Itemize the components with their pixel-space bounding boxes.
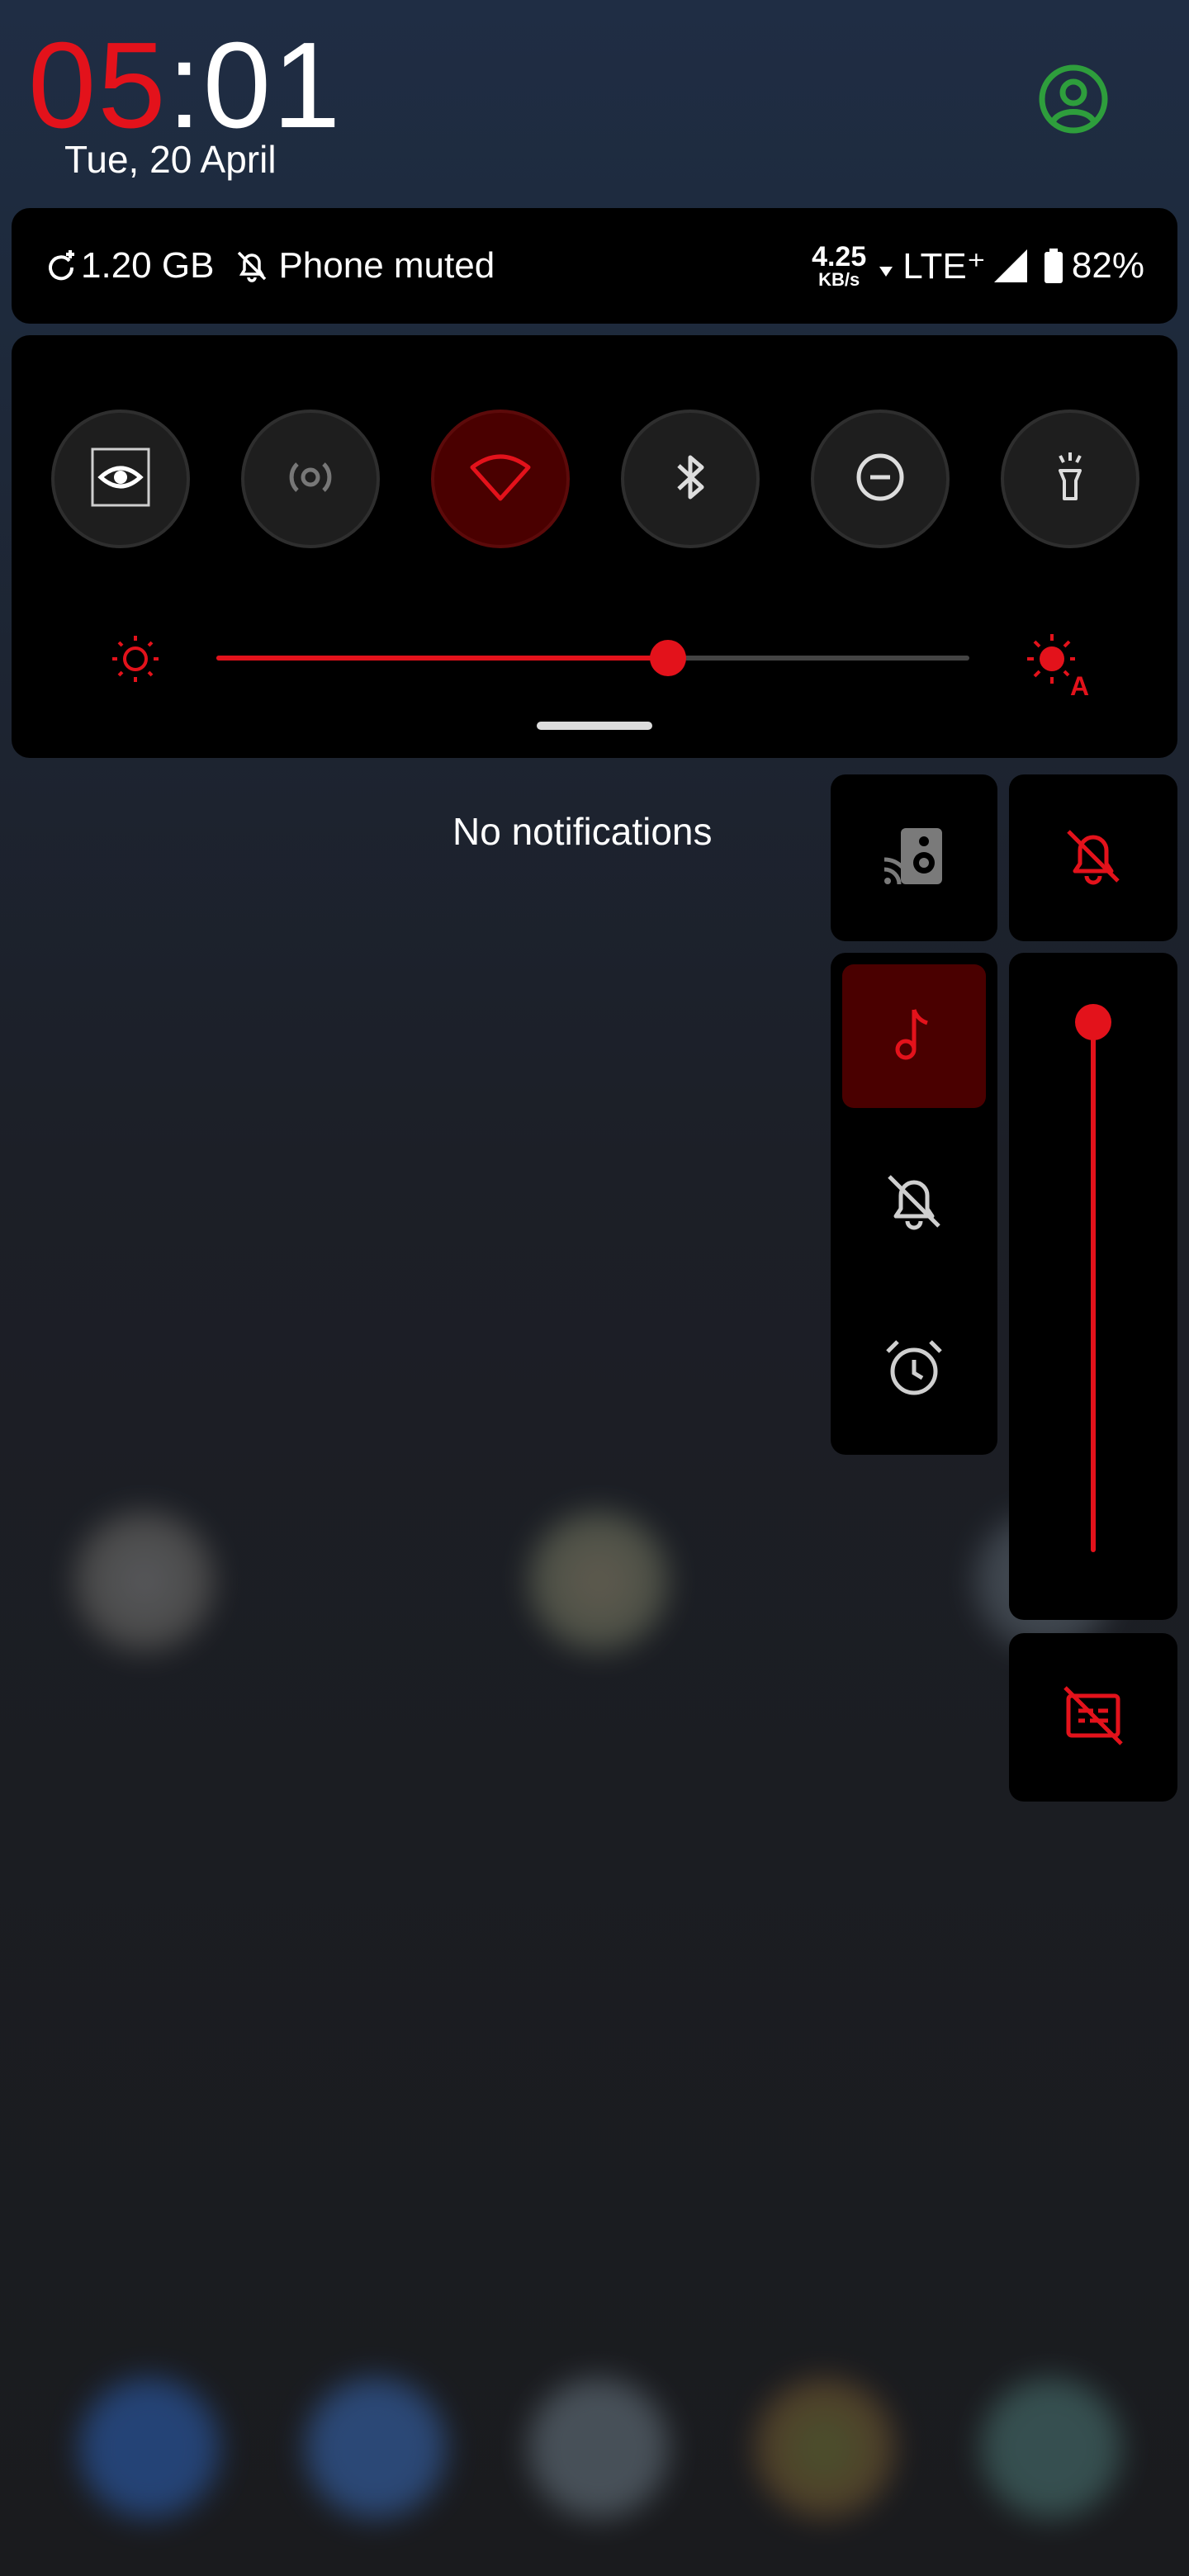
network-speed: 4.25 KB/s [812,243,866,289]
volume-slider-thumb[interactable] [1075,1004,1111,1040]
ringer-mode-selector [831,953,997,1455]
network-speed-unit: KB/s [818,269,860,290]
ringer-mode-alarm[interactable] [842,1298,986,1442]
bell-off-icon [234,248,270,284]
auto-brightness-icon[interactable]: A [1021,624,1095,703]
lockscreen-date: Tue, 20 April [64,138,277,181]
svg-text:A: A [1070,671,1089,698]
network-speed-value: 4.25 [812,241,867,272]
quick-settings-panel: A [12,335,1177,758]
eye-scan-icon [88,444,154,514]
bluetooth-icon [657,444,723,514]
ringer-mode-sound[interactable] [842,964,986,1108]
data-usage-icon [45,249,78,282]
wallpaper-app-icon [528,1511,669,1651]
data-activity-icon [878,265,894,278]
data-usage-group: 1.20 GB [45,245,214,286]
ringer-status-group: Phone muted [234,245,495,286]
tile-do-not-disturb[interactable] [811,410,950,548]
brightness-slider-fill [216,656,669,661]
lockscreen-clock: 05:01 [28,25,342,147]
tile-bluetooth[interactable] [621,410,760,548]
minus-circle-icon [847,444,913,514]
status-bar[interactable]: 1.20 GB Phone muted 4.25 KB/s LTE⁺ 82% [12,208,1177,324]
captions-off-icon [1060,1683,1126,1753]
volume-slider[interactable] [1009,953,1177,1620]
captions-toggle-button[interactable] [1009,1633,1177,1802]
battery-icon [1044,248,1063,284]
panel-drag-handle[interactable] [537,722,652,730]
flashlight-icon [1037,444,1103,514]
data-usage-value: 1.20 GB [81,245,215,286]
tile-hotspot[interactable] [241,410,380,548]
clock-minutes: :01 [167,17,343,154]
hotspot-icon [277,444,343,514]
brightness-slider[interactable] [216,640,969,676]
ringer-toggle-button[interactable] [1009,774,1177,941]
wifi-icon [467,444,533,514]
tile-screen-recognition[interactable] [51,410,190,548]
music-note-icon [881,1002,947,1072]
account-circle-icon[interactable] [1037,63,1110,135]
no-notifications-text: No notifications [452,810,713,853]
brightness-low-icon [109,632,162,689]
bell-off-icon [881,1168,947,1238]
tile-wifi[interactable] [431,410,570,548]
bell-off-icon [1060,823,1126,893]
dock-app-icon [755,2378,895,2518]
cast-speaker-button[interactable] [831,774,997,941]
cell-signal-icon [992,248,1029,284]
dock-app-icon [528,2378,669,2518]
network-type: LTE⁺ [902,245,986,286]
dock-app-icon [79,2378,220,2518]
system-indicators: 4.25 KB/s LTE⁺ 82% [812,243,1144,289]
brightness-slider-thumb[interactable] [650,640,687,676]
clock-hours: 05 [28,17,168,154]
volume-slider-track [1091,1022,1096,1552]
dock-app-icon [306,2378,446,2518]
cast-speaker-icon [881,823,947,893]
dock-app-icon [981,2378,1121,2518]
ringer-status-label: Phone muted [278,245,495,286]
alarm-clock-icon [881,1335,947,1405]
ringer-mode-mute[interactable] [842,1131,986,1275]
tile-flashlight[interactable] [1001,410,1139,548]
battery-percent: 82% [1071,245,1144,286]
wallpaper-app-icon [74,1511,215,1651]
